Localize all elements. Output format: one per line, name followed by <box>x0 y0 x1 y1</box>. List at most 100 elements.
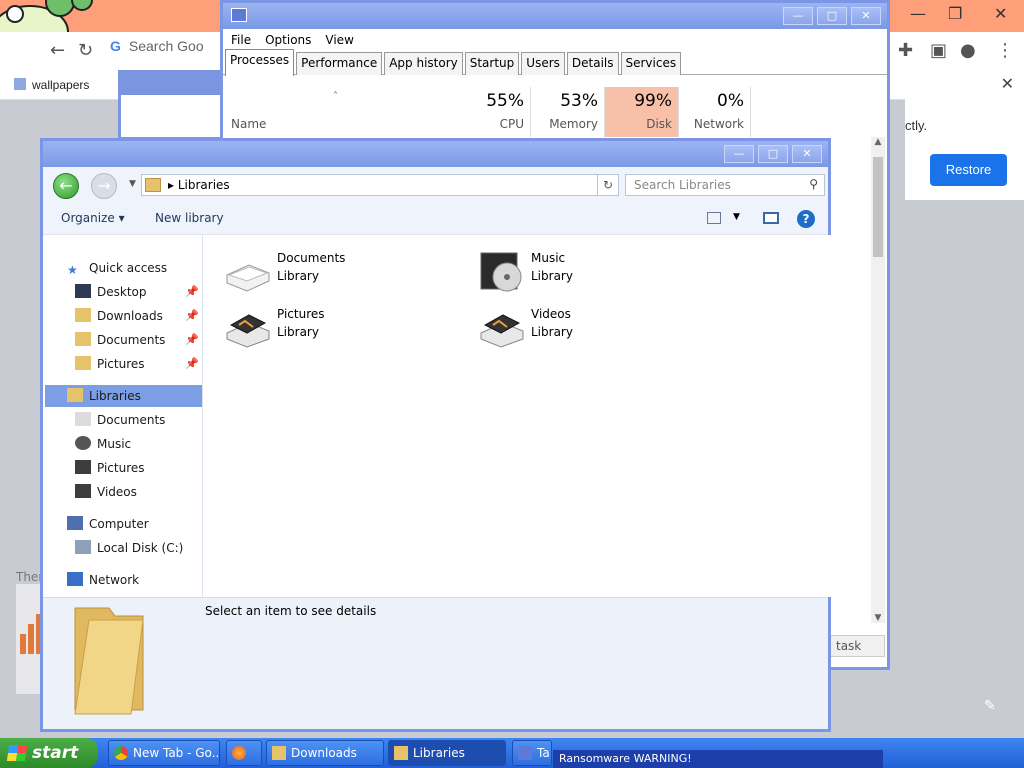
library-videos[interactable]: Videos Library <box>477 305 697 353</box>
nav-desktop[interactable]: Desktop <box>75 281 147 303</box>
background-window <box>118 70 228 140</box>
edit-icon[interactable]: ✎ <box>984 698 996 714</box>
library-type: Library <box>531 325 573 339</box>
reload-icon[interactable]: ↻ <box>78 40 93 61</box>
change-view-icon[interactable] <box>707 212 721 224</box>
column-memory[interactable]: 53% Memory <box>531 87 605 137</box>
nav-lib-music[interactable]: Music <box>75 433 131 455</box>
close-button[interactable]: ✕ <box>792 145 822 163</box>
command-bar: Organize ▾ New library ▼ ? <box>43 203 828 235</box>
tab-services[interactable]: Services <box>620 52 682 75</box>
explorer-navbar: ← → ▼ ▸ Libraries ▼ ↻ Search Libraries ⚲ <box>43 167 828 203</box>
organize-button[interactable]: Organize ▾ <box>61 211 125 225</box>
library-documents[interactable]: Documents Library <box>223 249 443 297</box>
view-dropdown-icon[interactable]: ▼ <box>733 212 740 222</box>
details-message: Select an item to see details <box>205 604 377 618</box>
tab-performance[interactable]: Performance <box>296 52 383 75</box>
extensions-icon[interactable]: ✚ <box>898 40 913 61</box>
minimize-button[interactable]: — <box>783 7 813 25</box>
taskbar-task-manager[interactable]: Ta <box>512 740 552 766</box>
nav-libraries[interactable]: Libraries <box>45 385 202 407</box>
new-library-button[interactable]: New library <box>155 211 224 225</box>
nav-quick-access[interactable]: ★ Quick access <box>67 257 167 279</box>
network-label: Network <box>693 117 744 131</box>
profile-icon[interactable]: ● <box>960 40 976 61</box>
folder-icon <box>394 746 408 760</box>
library-name: Pictures <box>277 307 325 321</box>
library-type: Library <box>531 269 573 283</box>
process-scrollbar[interactable]: ▲ ▼ <box>871 137 885 623</box>
scroll-down-icon[interactable]: ▼ <box>871 613 885 623</box>
tab-startup[interactable]: Startup <box>464 52 520 75</box>
forward-button[interactable]: → <box>91 173 117 199</box>
address-bar[interactable]: ▸ Libraries ▼ <box>141 174 619 196</box>
tab-users[interactable]: Users <box>521 52 565 75</box>
close-button[interactable]: ✕ <box>851 7 881 25</box>
recent-pages-dropdown-icon[interactable]: ▼ <box>129 179 136 189</box>
tab-details[interactable]: Details <box>566 52 619 75</box>
windows-logo-icon <box>6 745 28 761</box>
nav-lib-documents[interactable]: Documents <box>75 409 165 431</box>
sidepanel-icon[interactable]: ▣ <box>930 40 947 61</box>
column-network[interactable]: 0% Network <box>679 87 751 137</box>
minimize-button[interactable]: — <box>724 145 754 163</box>
maximize-button[interactable]: □ <box>758 145 788 163</box>
nav-local-disk[interactable]: Local Disk (C:) <box>75 537 183 559</box>
documents-library-icon <box>226 264 270 292</box>
tab-app-history[interactable]: App history <box>384 52 463 75</box>
start-button[interactable]: start <box>0 738 98 768</box>
ransomware-warning-window[interactable]: Ransomware WARNING! <box>553 750 883 768</box>
search-input[interactable]: Search Libraries ⚲ <box>625 174 825 196</box>
bookmark-item[interactable]: wallpapers <box>14 78 89 92</box>
end-task-button[interactable]: task <box>829 635 885 657</box>
minimize-icon[interactable]: — <box>910 4 926 23</box>
taskbar-downloads[interactable]: Downloads <box>266 740 384 766</box>
preview-pane-icon[interactable] <box>763 212 779 224</box>
refresh-button[interactable]: ↻ <box>597 174 619 196</box>
restore-button[interactable]: Restore <box>930 154 1007 186</box>
menu-options[interactable]: Options <box>265 33 311 47</box>
scroll-thumb[interactable] <box>873 157 883 257</box>
memory-label: Memory <box>549 117 598 131</box>
nav-documents[interactable]: Documents <box>75 329 165 351</box>
nav-lib-pictures[interactable]: Pictures <box>75 457 145 479</box>
sort-arrow-icon: ˄ <box>333 91 338 102</box>
close-icon[interactable]: ✕ <box>1001 74 1014 93</box>
close-icon[interactable]: ✕ <box>994 4 1007 23</box>
nav-lib-videos[interactable]: Videos <box>75 481 137 503</box>
back-icon[interactable]: ← <box>50 40 65 61</box>
nav-downloads[interactable]: Downloads <box>75 305 163 327</box>
nav-label: Music <box>97 437 132 451</box>
search-icon[interactable]: ⚲ <box>809 177 818 191</box>
nav-label: Libraries <box>89 389 141 403</box>
column-disk[interactable]: 99% Disk <box>605 87 679 137</box>
nav-label: Desktop <box>97 285 147 299</box>
nav-computer[interactable]: Computer <box>67 513 149 535</box>
restore-icon[interactable]: ❐ <box>948 4 962 23</box>
desktop-icon <box>75 284 91 298</box>
nav-label: Quick access <box>89 261 168 275</box>
menu-icon[interactable]: ⋮ <box>996 40 1014 61</box>
documents-folder-icon <box>75 332 91 346</box>
taskbar-libraries[interactable]: Libraries <box>388 740 506 766</box>
library-music[interactable]: Music Library <box>477 249 697 297</box>
tab-processes[interactable]: Processes <box>225 49 295 76</box>
help-icon[interactable]: ? <box>797 210 815 228</box>
bookmark-icon <box>14 78 26 90</box>
column-cpu[interactable]: 55% CPU <box>459 87 531 137</box>
nav-network[interactable]: Network <box>67 569 139 591</box>
maximize-button[interactable]: □ <box>817 7 847 25</box>
menu-file[interactable]: File <box>231 33 251 47</box>
taskbar-firefox[interactable] <box>226 740 262 766</box>
library-pictures[interactable]: Pictures Library <box>223 305 443 353</box>
taskbar-chrome[interactable]: New Tab - Go... <box>108 740 220 766</box>
breadcrumb[interactable]: ▸ Libraries <box>168 178 230 192</box>
nav-pictures[interactable]: Pictures <box>75 353 145 375</box>
omnibox-placeholder: Search Goo <box>128 38 204 54</box>
column-name[interactable]: Name <box>231 117 266 131</box>
task-manager-titlebar: — □ ✕ <box>223 3 887 29</box>
menu-view[interactable]: View <box>325 33 353 47</box>
scroll-up-icon[interactable]: ▲ <box>871 137 885 147</box>
nav-label: Downloads <box>97 309 163 323</box>
back-button[interactable]: ← <box>53 173 79 199</box>
